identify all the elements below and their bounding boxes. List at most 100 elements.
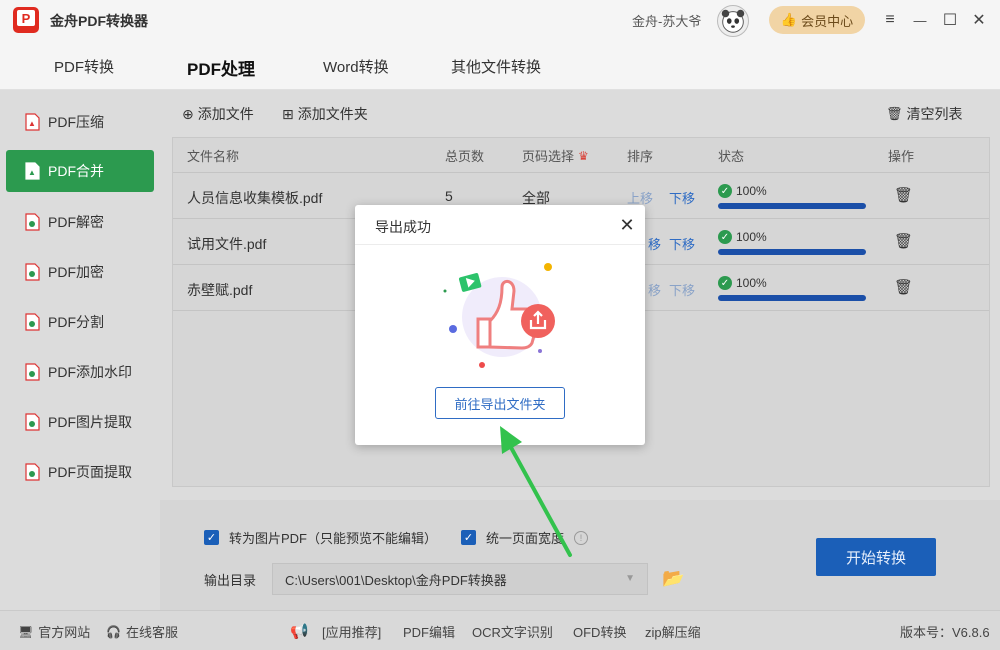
row-2-move-down[interactable]: 下移 xyxy=(669,234,695,253)
sidebar-item-label: PDF页面提取 xyxy=(48,464,132,480)
to-image-pdf-checkbox[interactable]: ✓ xyxy=(204,530,219,545)
row-1-delete-icon[interactable]: 🗑 xyxy=(894,186,913,204)
row-2-delete-icon[interactable]: 🗑 xyxy=(894,232,913,250)
ofd-convert-link[interactable]: OFD转换 xyxy=(573,622,626,641)
row-1-file-name: 人员信息收集模板.pdf xyxy=(187,190,323,206)
row-3-progress-label: 100% xyxy=(736,276,767,290)
crown-icon: ♛ xyxy=(578,148,589,163)
sidebar-item-label: PDF合并 xyxy=(48,163,104,179)
vip-label: 会员中心 xyxy=(801,13,854,29)
row-2-move-up[interactable]: 移 xyxy=(648,234,661,253)
row-2-progress-bar xyxy=(718,249,866,255)
row-2-file-name: 试用文件.pdf xyxy=(187,236,267,252)
row-1-move-down[interactable]: 下移 xyxy=(669,188,695,207)
ocr-link[interactable]: OCR文字识别 xyxy=(472,622,553,641)
pdf-watermark-icon xyxy=(25,363,40,381)
sidebar-item-decrypt[interactable]: PDF解密 xyxy=(6,201,154,243)
clear-list-label: 清空列表 xyxy=(906,106,963,122)
row-divider xyxy=(173,172,989,173)
version-label: 版本号：V6.8.6 xyxy=(900,625,990,640)
dialog-close-icon[interactable]: ✕ xyxy=(617,215,637,235)
menu-icon[interactable]: ≡ xyxy=(880,10,900,30)
row-1-progress-label: 100% xyxy=(736,184,767,198)
sidebar-item-extract-pages[interactable]: PDF页面提取 xyxy=(6,451,154,493)
monitor-icon: 🖥 xyxy=(18,624,34,639)
tab-pdf-process[interactable]: PDF处理 xyxy=(187,55,255,80)
pdf-merge-icon: ▲ xyxy=(25,162,40,180)
header-page-range-label: 页码选择 xyxy=(522,149,575,164)
sidebar-item-label: PDF压缩 xyxy=(48,114,104,130)
add-file-label: 添加文件 xyxy=(197,106,254,122)
clear-list-button[interactable]: 🗑 清空列表 xyxy=(886,104,963,124)
app-title: 金舟PDF转换器 xyxy=(50,13,148,29)
sidebar-item-compress[interactable]: ▲ PDF压缩 xyxy=(6,101,154,143)
output-dir-label: 输出目录 xyxy=(204,573,257,588)
dropdown-arrow-icon: ▼ xyxy=(625,573,635,584)
to-image-pdf-label: 转为图片PDF（只能预览不能编辑） xyxy=(229,531,438,546)
row-1-status: ✓ 100% xyxy=(718,184,767,198)
sidebar-item-merge[interactable]: ▲ PDF合并 xyxy=(6,150,154,192)
green-arrow-icon xyxy=(500,426,572,557)
unify-width-checkbox[interactable]: ✓ xyxy=(461,530,476,545)
pdf-image-extract-icon xyxy=(25,413,40,431)
close-icon[interactable]: ✕ xyxy=(969,10,989,30)
tab-other-convert[interactable]: 其他文件转换 xyxy=(451,56,541,77)
row-3-move-up[interactable]: 移 xyxy=(648,280,661,299)
official-website-link[interactable]: 🖥 官方网站 xyxy=(18,622,90,641)
sidebar-item-encrypt[interactable]: PDF加密 xyxy=(6,251,154,293)
export-success-dialog: 导出成功 ✕ 前往导出文件夹 xyxy=(355,205,645,445)
sidebar-item-label: PDF解密 xyxy=(48,214,104,230)
headset-icon: 🎧 xyxy=(106,624,121,639)
sidebar-item-extract-images[interactable]: PDF图片提取 xyxy=(6,401,154,443)
official-website-label: 官方网站 xyxy=(38,625,91,640)
maximize-icon[interactable]: ☐ xyxy=(940,10,960,30)
avatar[interactable] xyxy=(717,5,749,37)
start-convert-button[interactable]: 开始转换 xyxy=(816,538,936,576)
row-3-delete-icon[interactable]: 🗑 xyxy=(894,278,913,296)
row-1-pages: 5 xyxy=(445,188,453,204)
to-image-pdf-option[interactable]: ✓ 转为图片PDF（只能预览不能编辑） xyxy=(204,528,437,547)
trash-icon: 🗑 xyxy=(886,106,903,121)
pdf-page-extract-icon xyxy=(25,463,40,481)
dialog-title: 导出成功 xyxy=(375,219,431,235)
output-path-select[interactable]: C:\Users\001\Desktop\金舟PDF转换器 ▼ xyxy=(272,563,648,595)
header-total-pages: 总页数 xyxy=(445,149,485,164)
pdf-edit-link[interactable]: PDF编辑 xyxy=(403,622,455,641)
add-folder-icon: ⊞ xyxy=(282,105,294,122)
open-folder-icon[interactable]: 📂 xyxy=(662,568,684,589)
header-status: 状态 xyxy=(718,149,745,164)
zip-link[interactable]: zip解压缩 xyxy=(645,622,701,641)
sidebar-item-label: PDF图片提取 xyxy=(48,414,132,430)
row-2-progress-label: 100% xyxy=(736,230,767,244)
row-3-move-down[interactable]: 下移 xyxy=(669,280,695,299)
tab-word-convert[interactable]: Word转换 xyxy=(323,56,389,77)
tab-pdf-convert[interactable]: PDF转换 xyxy=(54,56,114,77)
app-recommend-link[interactable]: [应用推荐] xyxy=(322,622,381,641)
sidebar-item-split[interactable]: PDF分割 xyxy=(6,301,154,343)
open-export-folder-button[interactable]: 前往导出文件夹 xyxy=(435,387,565,419)
sidebar-item-label: PDF加密 xyxy=(48,264,104,280)
sidebar-item-label: PDF分割 xyxy=(48,314,104,330)
header-order: 排序 xyxy=(627,149,654,164)
add-file-icon: ⊕ xyxy=(182,105,194,122)
pdf-decrypt-icon xyxy=(25,213,40,231)
row-3-file-name: 赤壁赋.pdf xyxy=(187,282,253,298)
panda-avatar-icon xyxy=(721,9,745,33)
sidebar-item-label: PDF添加水印 xyxy=(48,364,132,380)
row-1-progress-bar xyxy=(718,203,866,209)
megaphone-icon: 📢 xyxy=(290,623,309,640)
header-file-name: 文件名称 xyxy=(187,149,240,164)
vip-center-button[interactable]: 👍 会员中心 xyxy=(769,6,865,34)
add-file-button[interactable]: ⊕ 添加文件 xyxy=(182,104,254,124)
row-2-status: ✓ 100% xyxy=(718,230,767,244)
check-circle-icon: ✓ xyxy=(718,230,732,244)
online-service-link[interactable]: 🎧 在线客服 xyxy=(106,622,178,641)
minimize-icon[interactable]: — xyxy=(910,10,930,30)
sidebar-item-watermark[interactable]: PDF添加水印 xyxy=(6,351,154,393)
header-action: 操作 xyxy=(888,149,915,164)
add-folder-button[interactable]: ⊞ 添加文件夹 xyxy=(282,104,368,124)
check-circle-icon: ✓ xyxy=(718,276,732,290)
user-name[interactable]: 金舟-苏大爷 xyxy=(632,11,701,30)
add-folder-label: 添加文件夹 xyxy=(297,106,368,122)
check-circle-icon: ✓ xyxy=(718,184,732,198)
